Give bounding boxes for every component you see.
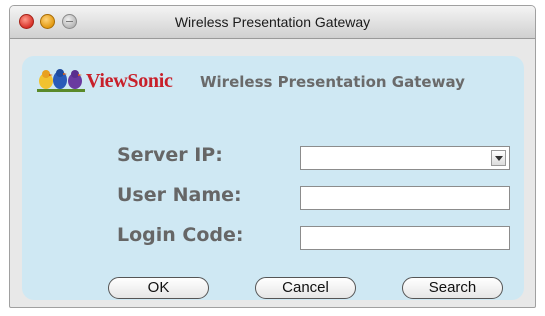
server-ip-label: Server IP: (117, 144, 223, 166)
chevron-down-icon[interactable] (491, 150, 506, 166)
viewsonic-birds-logo (37, 69, 85, 92)
app-window: Wireless Presentation Gateway ViewSonic … (9, 5, 536, 308)
user-name-field[interactable] (300, 186, 510, 210)
header-subtitle: Wireless Presentation Gateway (200, 73, 465, 91)
login-code-label: Login Code: (117, 224, 244, 246)
user-name-label: User Name: (117, 184, 242, 206)
server-ip-select[interactable] (300, 146, 510, 170)
login-panel: ViewSonic Wireless Presentation Gateway … (22, 56, 524, 300)
window-title: Wireless Presentation Gateway (174, 14, 371, 30)
login-code-field[interactable] (300, 226, 510, 250)
brand-name: ViewSonic (86, 70, 173, 92)
cancel-button[interactable]: Cancel (255, 277, 356, 299)
title-bar[interactable]: Wireless Presentation Gateway (10, 6, 535, 39)
ok-button[interactable]: OK (108, 277, 209, 299)
search-button[interactable]: Search (402, 277, 503, 299)
